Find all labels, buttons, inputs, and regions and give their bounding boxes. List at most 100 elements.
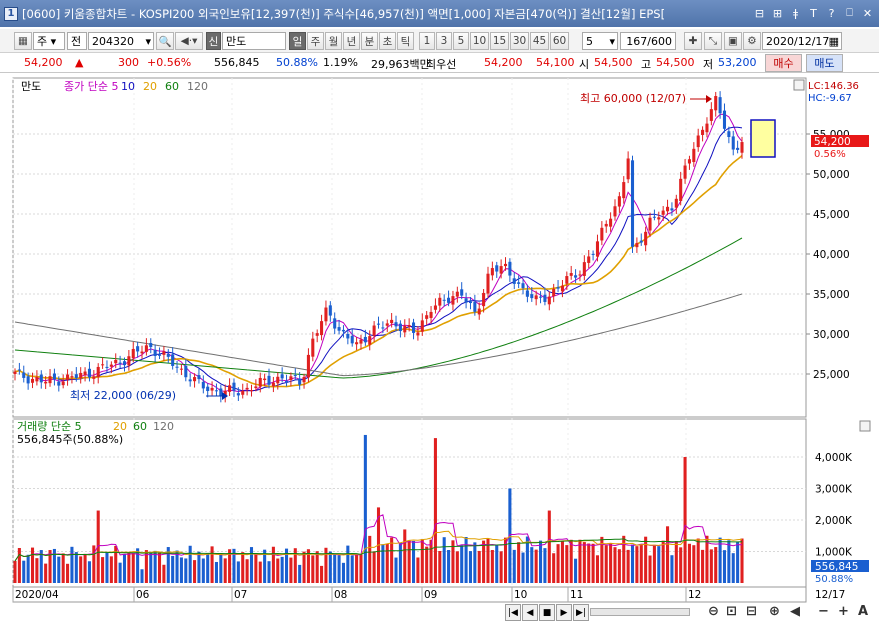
interval-30-button[interactable]: 30 (510, 32, 529, 50)
interval-1-button[interactable]: 1 (419, 32, 435, 50)
turnover: 1.19% (323, 56, 358, 69)
candle-body (722, 110, 727, 129)
code-input[interactable]: 204320 ▾ (88, 32, 154, 50)
zoom-out-icon[interactable]: ⊖ (708, 604, 719, 621)
interval-45-button[interactable]: 45 (530, 32, 549, 50)
candle-body (114, 359, 118, 364)
candle-body (44, 381, 48, 384)
sound-icon[interactable]: ◀·▾ (175, 32, 203, 50)
window-button[interactable]: ✕ (860, 5, 875, 21)
volume-bar (701, 549, 705, 583)
layout-icon[interactable]: ▦ (14, 32, 32, 50)
increase-icon[interactable]: + (838, 604, 849, 621)
candle-body (236, 393, 240, 396)
price-tick-label: 45,000 (813, 209, 850, 221)
volume-bar (552, 553, 556, 583)
volume-bar (201, 558, 205, 583)
volume-bar (438, 551, 442, 583)
volume-bar (171, 555, 175, 583)
volume-tick-label: 4,000K (815, 452, 853, 464)
interval-select[interactable]: 5 ▾ (582, 32, 618, 50)
candle-body (105, 366, 109, 368)
candle-body (736, 147, 740, 150)
volume-bar (722, 550, 727, 583)
scroll-left-icon[interactable]: ◀ (790, 604, 800, 621)
volume-bar (530, 547, 534, 583)
high-price: 54,500 (656, 56, 695, 69)
volume-bar (341, 562, 345, 583)
cycle-1-button[interactable]: 주 (307, 32, 324, 50)
date-input[interactable]: 2020/12/17 ▦ (762, 32, 842, 50)
cycle-5-button[interactable]: 초 (379, 32, 396, 50)
search-icon[interactable]: 🔍 (156, 32, 174, 50)
candle-body (556, 287, 560, 289)
close-icon[interactable]: ⎕ (842, 5, 857, 21)
save-icon[interactable]: ▣ (724, 32, 742, 50)
volume-bar (403, 529, 407, 583)
interval-60-button[interactable]: 60 (550, 32, 569, 50)
cycle-4-button[interactable]: 분 (361, 32, 378, 50)
price-legend-item: 60 (165, 80, 179, 93)
candle-body (171, 354, 175, 366)
chart-area[interactable]: 55,00050,00045,00040,00035,00030,00025,0… (0, 75, 879, 631)
view-icon[interactable]: ⊡ (726, 604, 737, 621)
help-icon[interactable]: T (806, 5, 821, 21)
scroll-prev-icon[interactable]: ◀ (522, 604, 538, 621)
zoom-reset-icon[interactable]: ⊟ (746, 604, 757, 621)
volume-bar (679, 547, 683, 583)
volume-bar (381, 544, 385, 583)
candle-body (460, 289, 464, 296)
cycle-3-button[interactable]: 년 (343, 32, 360, 50)
candle-body (420, 320, 424, 332)
restore-icon[interactable]: ⊞ (770, 5, 785, 21)
candle-body (433, 305, 437, 310)
volume-bar (22, 560, 26, 583)
crosshair-icon[interactable]: ✚ (684, 32, 702, 50)
candle-body (284, 380, 289, 382)
candle-body (337, 327, 341, 331)
scroll-track[interactable] (590, 608, 690, 616)
text-icon[interactable]: ǂ (788, 5, 803, 21)
interval-3-button[interactable]: 3 (436, 32, 452, 50)
count-field: 167/600 (620, 32, 676, 50)
candle-body (368, 336, 372, 345)
chart-canvas[interactable]: 55,00050,00045,00040,00035,00030,00025,0… (0, 75, 879, 631)
best-quote-label: 최우선 (426, 58, 457, 71)
period-type-select[interactable]: 주 ▾ (33, 32, 65, 50)
candle-body (122, 361, 127, 366)
buy-button[interactable]: 매수 (765, 54, 802, 72)
price-panel-close-icon[interactable] (793, 79, 805, 91)
volume-bar (149, 553, 153, 583)
candle-body (214, 390, 218, 392)
text-mode-icon[interactable]: ? (824, 5, 839, 21)
scroll-last-icon[interactable]: ▶| (573, 604, 589, 621)
trend-icon[interactable]: ⤡ (704, 32, 722, 50)
scroll-next-icon[interactable]: ▶ (556, 604, 572, 621)
interval-10-button[interactable]: 10 (470, 32, 489, 50)
scroll-first-icon[interactable]: |◀ (505, 604, 521, 621)
scroll-stop-icon[interactable]: ■ (539, 604, 555, 621)
decrease-icon[interactable]: − (818, 604, 829, 621)
candle-body (350, 335, 354, 344)
cycle-0-button[interactable]: 일 (289, 32, 306, 50)
interval-5-button[interactable]: 5 (453, 32, 469, 50)
price-tick-label: 35,000 (813, 289, 850, 301)
cycle-2-button[interactable]: 월 (325, 32, 342, 50)
candle-body (674, 198, 678, 208)
interval-15-button[interactable]: 15 (490, 32, 509, 50)
font-size-icon[interactable]: A (858, 604, 868, 621)
gear-icon[interactable]: ⚙ (743, 32, 761, 50)
volume-bar (569, 539, 573, 583)
period-scope-select[interactable]: 전 (67, 32, 87, 50)
candle-body (731, 136, 735, 150)
volume-legend-main: 거래량 단순 5 (17, 420, 82, 433)
candle-body (701, 129, 705, 135)
minimize-icon[interactable]: ⊟ (752, 5, 767, 21)
candle-body (630, 160, 635, 247)
cycle-6-button[interactable]: 틱 (397, 32, 414, 50)
volume-panel-max-icon[interactable] (859, 420, 871, 432)
candle-body (381, 327, 385, 329)
volume-bar (254, 553, 258, 583)
zoom-in-icon[interactable]: ⊕ (769, 604, 780, 621)
sell-button[interactable]: 매도 (806, 54, 843, 72)
